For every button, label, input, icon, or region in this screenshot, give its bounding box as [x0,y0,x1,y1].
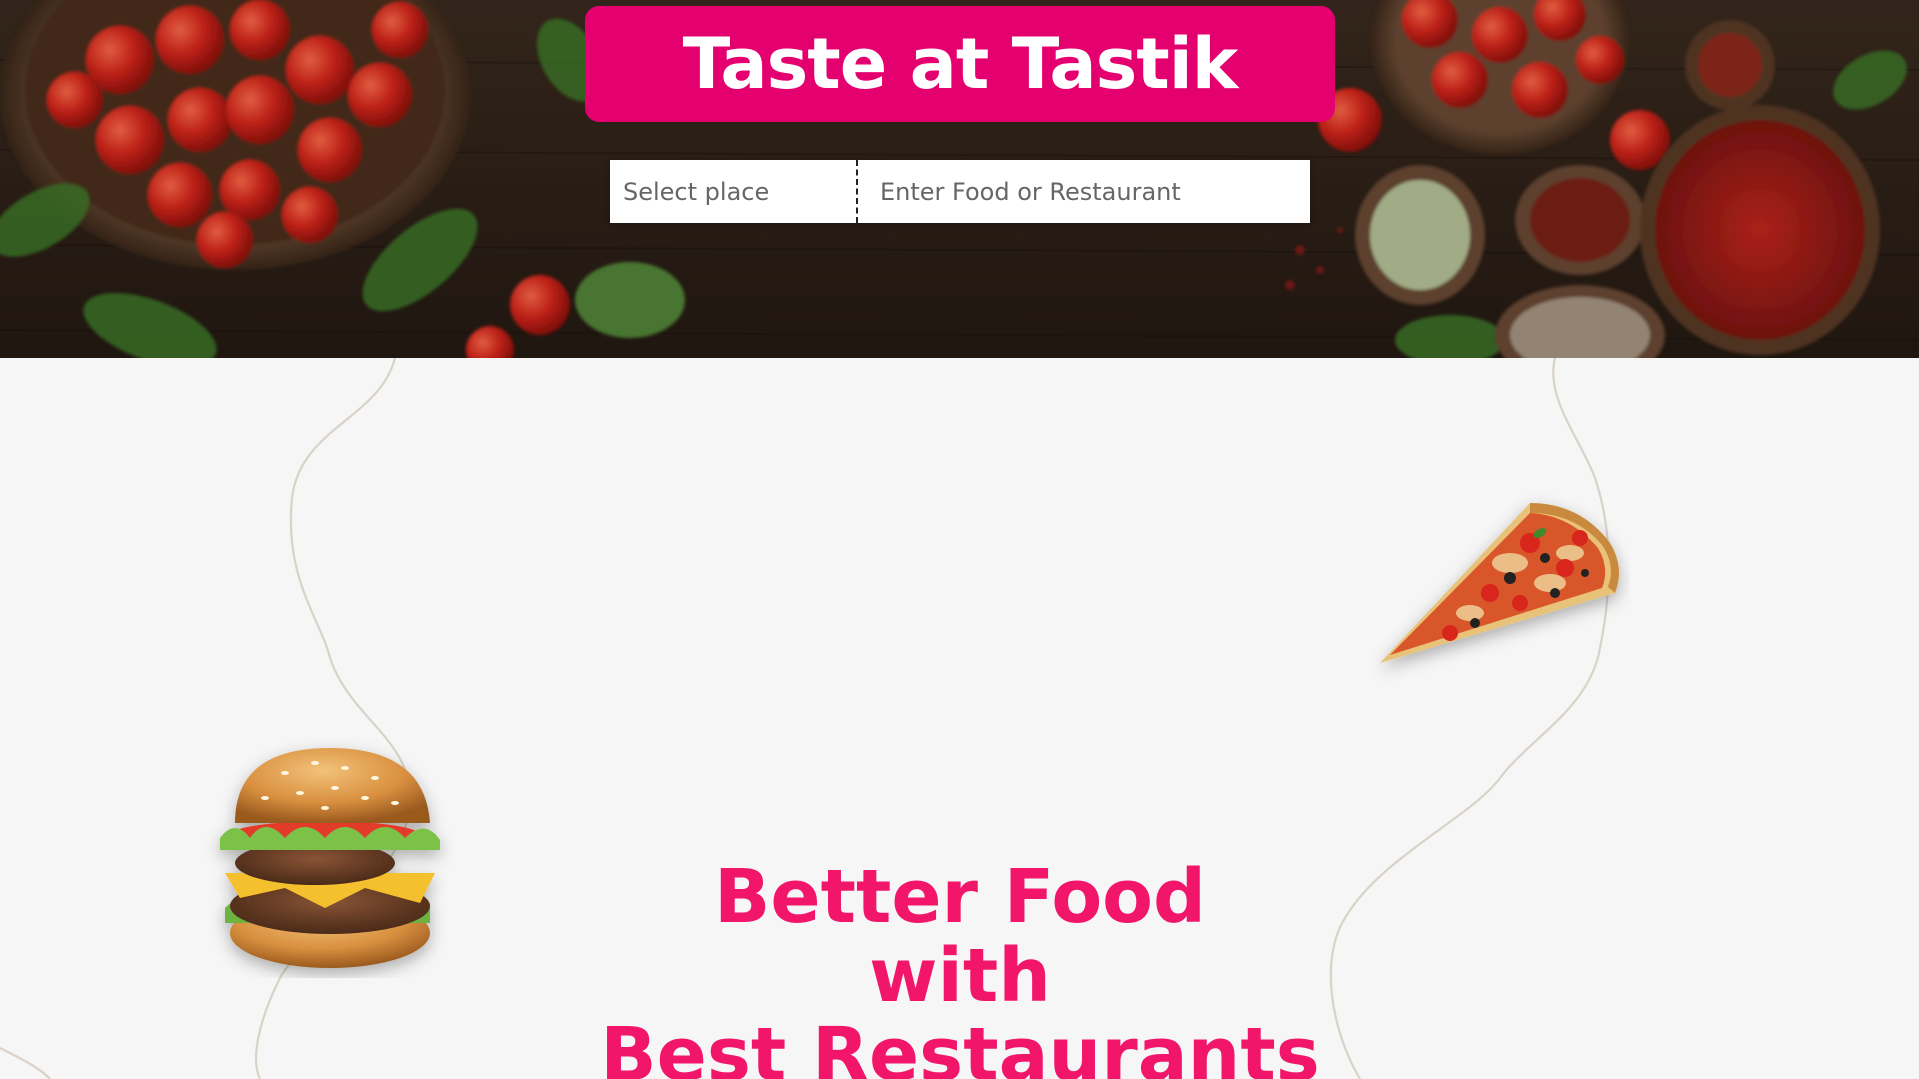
tagline-line-3: Best Restaurants [600,1012,1320,1079]
tagline-line-1: Better Food [714,854,1206,940]
search-bar: Select place [610,160,1310,223]
place-select-placeholder: Select place [623,177,770,206]
burger-image [220,748,440,968]
page: Taste at Tastik Select place Enter Food … [0,0,1919,1079]
hero-section: Taste at Tastik Select place [0,0,1919,358]
hero-tagline-section: Better Food with Best Restaurants [0,358,1919,1079]
brand-title: Taste at Tastik [682,23,1239,105]
food-search-input[interactable] [858,160,1310,223]
tagline: Better Food with Best Restaurants [560,858,1360,1079]
pizza-slice-image [1380,503,1619,663]
brand-banner: Taste at Tastik [585,6,1335,122]
tagline-line-2: with [869,933,1051,1019]
place-select[interactable]: Select place [610,160,858,223]
